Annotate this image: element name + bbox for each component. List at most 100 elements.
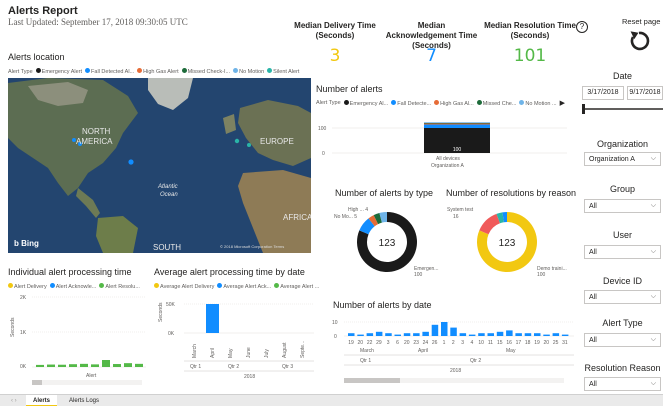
bar[interactable]	[441, 322, 448, 336]
date-range-handle[interactable]	[582, 104, 585, 114]
legend-item[interactable]: Fall Detected Al...	[85, 68, 134, 75]
bar[interactable]	[431, 324, 439, 336]
bar-segment[interactable]	[424, 123, 490, 125]
user-dropdown[interactable]: All ⌵	[584, 245, 661, 259]
individual-processing-bars	[36, 360, 143, 367]
alerts-map[interactable]: NORTH AMERICA EUROPE Atlantic Ocean AFRI…	[8, 78, 311, 253]
bar[interactable]	[113, 364, 121, 367]
bar[interactable]	[385, 333, 392, 336]
bar[interactable]	[552, 333, 560, 336]
bar[interactable]	[478, 333, 485, 336]
month-label: March	[192, 344, 198, 358]
legend-item[interactable]: Average Alert ...	[274, 283, 319, 290]
help-circle-icon[interactable]: ?	[576, 21, 588, 33]
scrollbar-thumb[interactable]	[32, 380, 42, 385]
day-label: 31	[562, 340, 568, 346]
legend-item[interactable]: Fall Detecte...	[391, 99, 431, 107]
bar-segment[interactable]	[424, 124, 490, 129]
map-label-atlantic: Atlantic	[157, 184, 178, 190]
bar[interactable]	[496, 331, 504, 336]
bar[interactable]	[80, 363, 88, 367]
bar[interactable]	[206, 304, 219, 333]
bar[interactable]	[135, 363, 143, 367]
triangle-right-icon[interactable]: ▶	[560, 99, 565, 107]
legend-item[interactable]: Average Alert Delivery	[154, 283, 214, 290]
reset-icon[interactable]	[626, 28, 652, 54]
bar[interactable]	[375, 331, 383, 336]
bar[interactable]	[413, 333, 420, 336]
date-range-track[interactable]	[584, 108, 663, 110]
date-from-input[interactable]: 3/17/2018	[582, 86, 624, 100]
legend-dot-icon	[49, 283, 55, 288]
legend-item[interactable]: Alert Acknowle...	[49, 283, 96, 290]
bar-segment[interactable]	[424, 123, 490, 124]
number-of-alerts-bars: 100	[424, 122, 490, 153]
bar[interactable]	[124, 363, 132, 367]
legend-item[interactable]: High Gas Al...	[434, 99, 474, 107]
tab-alerts-logs[interactable]: Alerts Logs	[62, 395, 106, 406]
bar[interactable]	[348, 333, 355, 336]
device-id-dropdown[interactable]: All ⌵	[584, 290, 661, 304]
map-copyright: © 2018 Microsoft Corporation Terms	[220, 244, 284, 249]
legend-label: High Gas Alert	[143, 69, 179, 75]
bar[interactable]	[403, 333, 411, 336]
bar[interactable]	[506, 330, 513, 336]
legend-item[interactable]: No Motion ...	[519, 99, 557, 107]
resolution-reason-dropdown[interactable]: All ⌵	[584, 377, 661, 391]
scrollbar-thumb[interactable]	[344, 378, 400, 383]
legend-item[interactable]: Silent Alert	[267, 68, 299, 75]
legend-item[interactable]: Average Alert Ack...	[217, 283, 271, 290]
y-tick: 1K	[20, 330, 27, 336]
bar[interactable]	[36, 364, 44, 367]
bar[interactable]	[450, 327, 457, 336]
bar[interactable]	[91, 364, 99, 367]
bar[interactable]	[543, 334, 550, 336]
bar[interactable]	[459, 333, 467, 336]
day-label: 22	[367, 340, 373, 346]
legend-item[interactable]: Emergency Alert	[35, 68, 83, 75]
year-label: 2018	[244, 374, 255, 380]
donut-slice[interactable]	[479, 213, 500, 235]
legend-item[interactable]: No Motion	[233, 68, 264, 75]
bar[interactable]	[561, 334, 569, 336]
legend-label: Emergency Alert	[41, 69, 83, 75]
legend-item[interactable]: Missed Check-I...	[181, 68, 230, 75]
tab-nav-arrows-icon[interactable]: ‹ ›	[4, 395, 24, 406]
bar[interactable]	[366, 333, 374, 336]
legend-item[interactable]: Alert Resolu...	[99, 283, 140, 290]
bar[interactable]	[534, 333, 541, 336]
legend-item[interactable]: High Gas Alert	[137, 68, 179, 75]
x-tick: All devices	[436, 156, 460, 162]
map-point[interactable]	[234, 138, 240, 144]
map-point[interactable]	[247, 143, 251, 147]
horizontal-scrollbar[interactable]	[32, 380, 142, 385]
bar[interactable]	[69, 364, 77, 367]
legend-item[interactable]: Missed Che...	[476, 99, 516, 107]
map-point[interactable]	[128, 159, 134, 165]
dropdown-value: All	[589, 202, 597, 210]
legend-item[interactable]: Emergency Al...	[343, 99, 388, 107]
organization-dropdown[interactable]: Organization A ⌵	[584, 152, 661, 166]
group-dropdown[interactable]: All ⌵	[584, 199, 661, 213]
legend-label: Alert Resolu...	[105, 284, 140, 290]
user-slicer-label: User	[612, 230, 632, 240]
legend-item[interactable]: Alert Delivery	[8, 283, 47, 290]
bar[interactable]	[102, 360, 110, 367]
bar[interactable]	[422, 331, 429, 336]
bar[interactable]	[524, 333, 532, 336]
bar[interactable]	[357, 334, 364, 336]
bar[interactable]	[394, 334, 402, 336]
alert-type-dropdown[interactable]: All ⌵	[584, 333, 661, 347]
bar-segment[interactable]	[424, 122, 490, 123]
legend-label: Alert Delivery	[14, 284, 47, 290]
alert-type-slicer-label: Alert Type	[602, 318, 643, 328]
date-to-input[interactable]: 9/17/2018	[627, 86, 663, 100]
tab-alerts[interactable]: Alerts	[26, 395, 58, 406]
month-label: April	[418, 348, 428, 354]
bar[interactable]	[58, 364, 66, 367]
bar[interactable]	[47, 364, 55, 367]
donut-label-high: High ... 4	[348, 207, 368, 213]
bar[interactable]	[515, 333, 522, 336]
bar[interactable]	[468, 334, 476, 336]
bar[interactable]	[487, 333, 495, 336]
